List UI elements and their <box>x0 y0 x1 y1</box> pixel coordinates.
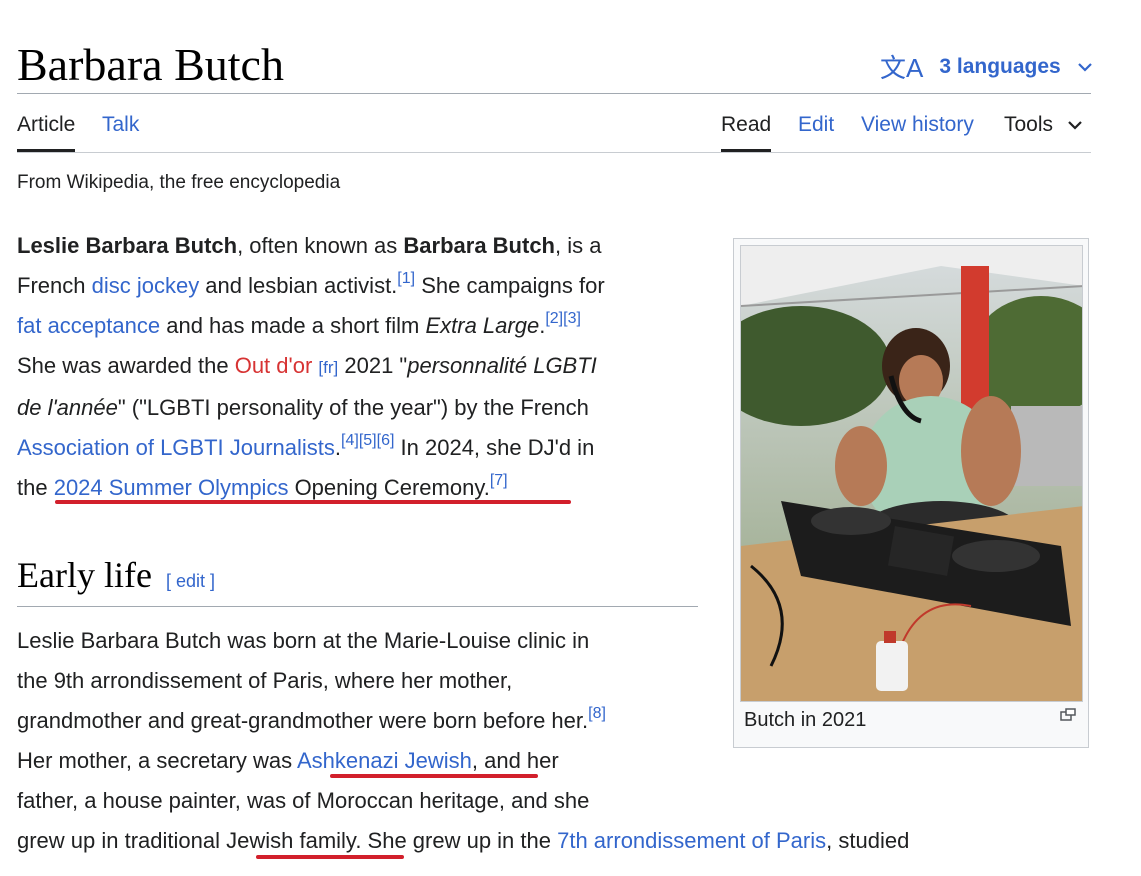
section-heading-early-life: Early life[ edit ] <box>17 555 215 595</box>
languages-label: 3 languages <box>939 54 1061 78</box>
redlink-out-dor[interactable]: Out d'or <box>235 353 313 378</box>
citation-4-5-6[interactable]: [4][5][6] <box>341 432 394 449</box>
bold-name: Leslie Barbara Butch <box>17 233 238 258</box>
infobox-photo[interactable] <box>740 245 1083 702</box>
link-association-lgbti-journalists[interactable]: Association of LGBTI Journalists <box>17 435 335 460</box>
annotation-underline-jewish-family <box>256 855 404 859</box>
title-divider <box>17 93 1091 94</box>
section-edit-link[interactable]: [ edit ] <box>166 571 215 591</box>
languages-button[interactable]: 文A 3 languages <box>880 48 1093 85</box>
tab-read[interactable]: Read <box>721 113 772 152</box>
tab-talk[interactable]: Talk <box>102 113 139 149</box>
link-2024-summer-olympics[interactable]: 2024 Summer Olympics <box>54 475 289 500</box>
tools-label: Tools <box>1004 113 1054 136</box>
infobox-caption: Butch in 2021 <box>744 709 867 731</box>
tools-menu[interactable]: Tools <box>1004 113 1083 149</box>
citation-8[interactable]: [8] <box>588 705 606 722</box>
link-fat-acceptance[interactable]: fat acceptance <box>17 313 160 338</box>
enlarge-icon[interactable] <box>1060 708 1076 727</box>
site-tagline: From Wikipedia, the free encyclopedia <box>17 172 341 193</box>
chevron-down-icon <box>1068 121 1082 130</box>
translate-icon: 文A <box>880 53 924 83</box>
link-disc-jockey[interactable]: disc jockey <box>92 273 200 298</box>
tab-article[interactable]: Article <box>17 113 76 152</box>
highlighted-text: Jewish family <box>226 828 356 853</box>
citation-2-3[interactable]: [2][3] <box>545 310 581 327</box>
annotation-underline-olympics <box>55 500 571 504</box>
citation-7[interactable]: [7] <box>490 472 508 489</box>
page-title: Barbara Butch <box>17 39 284 90</box>
photo-dj-booth <box>741 246 1082 701</box>
link-ashkenazi-jewish[interactable]: Ashkenazi Jewish <box>297 748 472 773</box>
tabs-divider <box>17 152 1091 153</box>
annotation-underline-ashkenazi <box>330 774 538 778</box>
chevron-down-icon <box>1077 55 1093 79</box>
interlanguage-link-fr[interactable]: [fr] <box>318 358 338 377</box>
infobox: Butch in 2021 <box>733 238 1089 748</box>
citation-1[interactable]: [1] <box>397 270 415 287</box>
bold-alias: Barbara Butch <box>403 233 555 258</box>
section-divider <box>17 606 698 607</box>
tab-view-history[interactable]: View history <box>861 113 974 149</box>
link-7th-arrondissement[interactable]: 7th arrondissement of Paris <box>557 828 826 853</box>
intro-paragraph: Leslie Barbara Butch, often known as Bar… <box>17 233 605 500</box>
tab-edit[interactable]: Edit <box>798 113 834 149</box>
